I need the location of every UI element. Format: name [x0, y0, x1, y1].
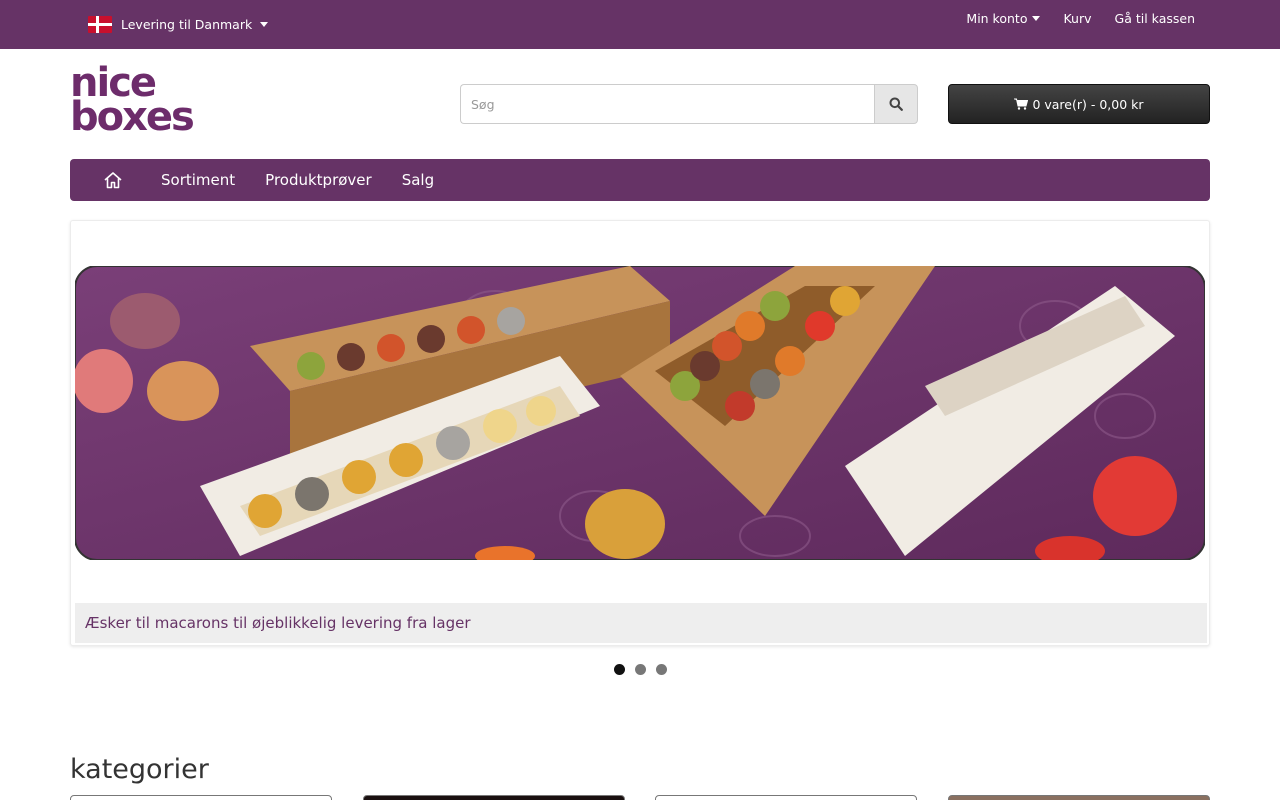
- nav-item-produktprover[interactable]: Produktprøver: [265, 171, 372, 189]
- slide-caption: Æsker til macarons til øjeblikkelig leve…: [75, 603, 1207, 643]
- home-icon: [104, 172, 122, 189]
- search-input[interactable]: [460, 84, 874, 124]
- category-card[interactable]: [948, 795, 1210, 800]
- home-button[interactable]: [98, 168, 128, 192]
- main-navigation: Sortiment Produktprøver Salg: [70, 159, 1210, 201]
- top-links: Min konto Kurv Gå til kassen: [943, 11, 1195, 26]
- denmark-flag-icon: [88, 15, 112, 33]
- caret-down-icon: [1032, 16, 1041, 21]
- search-bar: [460, 84, 918, 124]
- cart-summary: 0 vare(r) - 0,00 kr: [1032, 96, 1144, 112]
- cart-link-label: Kurv: [1063, 11, 1092, 26]
- search-button[interactable]: [874, 84, 918, 124]
- my-account-link[interactable]: Min konto: [966, 11, 1041, 26]
- cart-button[interactable]: 0 vare(r) - 0,00 kr: [948, 84, 1210, 124]
- categories-heading: kategorier: [70, 754, 209, 785]
- slide-dot-3[interactable]: [656, 664, 667, 675]
- category-card[interactable]: [363, 795, 625, 800]
- category-card[interactable]: [70, 795, 332, 800]
- checkout-link-label: Gå til kassen: [1114, 11, 1195, 26]
- shopping-cart-icon: [1014, 98, 1029, 110]
- category-card[interactable]: [655, 795, 917, 800]
- caret-down-icon: [260, 21, 269, 27]
- site-logo[interactable]: nice boxes: [70, 63, 220, 142]
- slide-dot-2[interactable]: [635, 664, 646, 675]
- nav-item-sortiment[interactable]: Sortiment: [161, 171, 235, 189]
- cart-link[interactable]: Kurv: [1063, 11, 1091, 26]
- shipping-country-selector[interactable]: Levering til Danmark: [88, 15, 269, 33]
- banner-image[interactable]: [75, 266, 1205, 560]
- top-bar: Levering til Danmark Min konto Kurv Gå t…: [0, 0, 1280, 49]
- slideshow-pagination: [614, 664, 677, 675]
- my-account-label: Min konto: [966, 11, 1028, 26]
- shipping-country-label: Levering til Danmark: [121, 16, 253, 32]
- search-icon: [889, 97, 903, 111]
- slideshow: Æsker til macarons til øjeblikkelig leve…: [70, 220, 1210, 646]
- logo-line-2: boxes: [70, 94, 195, 140]
- checkout-link[interactable]: Gå til kassen: [1115, 11, 1195, 26]
- nav-item-salg[interactable]: Salg: [402, 171, 434, 189]
- slide-dot-1[interactable]: [614, 664, 625, 675]
